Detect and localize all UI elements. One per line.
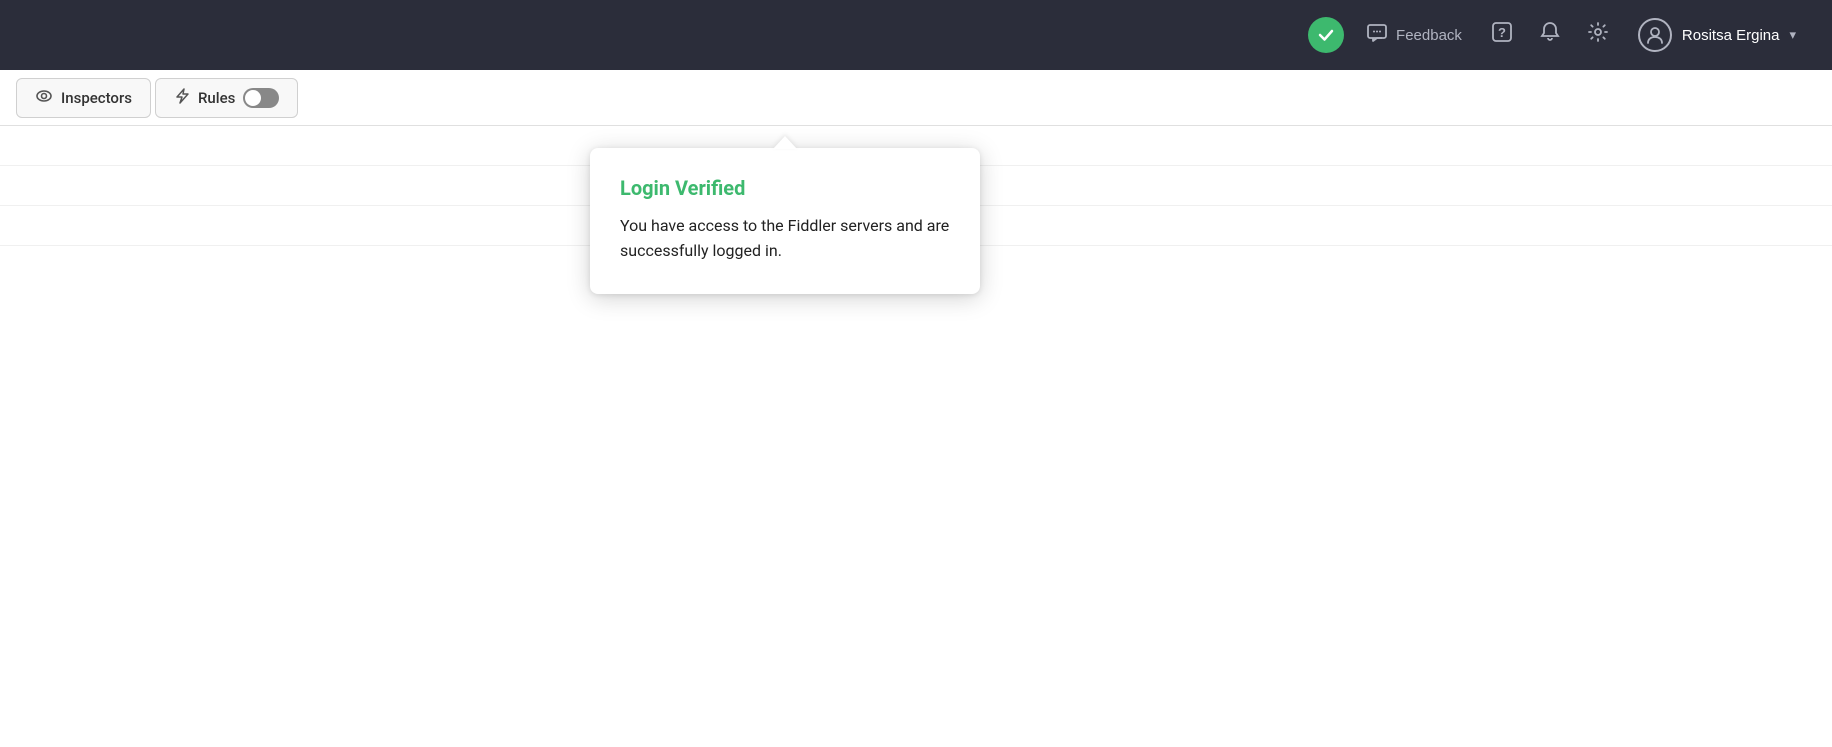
eye-icon [35, 87, 53, 109]
tab-rules[interactable]: Rules [155, 78, 298, 118]
navbar-right: Feedback ? [1306, 12, 1808, 58]
feedback-icon [1366, 22, 1388, 48]
help-icon: ? [1490, 20, 1514, 50]
login-verified-button[interactable] [1306, 15, 1346, 55]
gear-icon [1587, 21, 1609, 49]
bell-icon [1539, 21, 1561, 49]
settings-button[interactable] [1578, 15, 1618, 55]
tab-bar: Inspectors Rules [0, 70, 1832, 126]
tab-inspectors-label: Inspectors [61, 89, 132, 107]
rules-toggle-switch[interactable] [243, 88, 279, 108]
avatar [1638, 18, 1672, 52]
feedback-label: Feedback [1396, 27, 1462, 44]
popup-title: Login Verified [620, 176, 950, 200]
content-area: Inspectors Rules Login Verified You have… [0, 70, 1832, 747]
tab-inspectors[interactable]: Inspectors [16, 78, 151, 118]
help-button[interactable]: ? [1482, 15, 1522, 55]
green-check-icon [1308, 17, 1344, 53]
login-verified-popup: Login Verified You have access to the Fi… [590, 148, 980, 294]
feedback-button[interactable]: Feedback [1354, 16, 1474, 54]
user-name: Rositsa Ergina [1682, 27, 1780, 44]
tab-rules-label: Rules [198, 89, 235, 107]
navbar: Feedback ? [0, 0, 1832, 70]
chevron-down-icon: ▾ [1789, 27, 1796, 43]
user-menu-button[interactable]: Rositsa Ergina ▾ [1626, 12, 1808, 58]
popup-body: You have access to the Fiddler servers a… [620, 214, 950, 264]
notifications-button[interactable] [1530, 15, 1570, 55]
svg-text:?: ? [1498, 25, 1506, 40]
popup-arrow [773, 136, 797, 149]
bolt-icon [174, 87, 190, 109]
